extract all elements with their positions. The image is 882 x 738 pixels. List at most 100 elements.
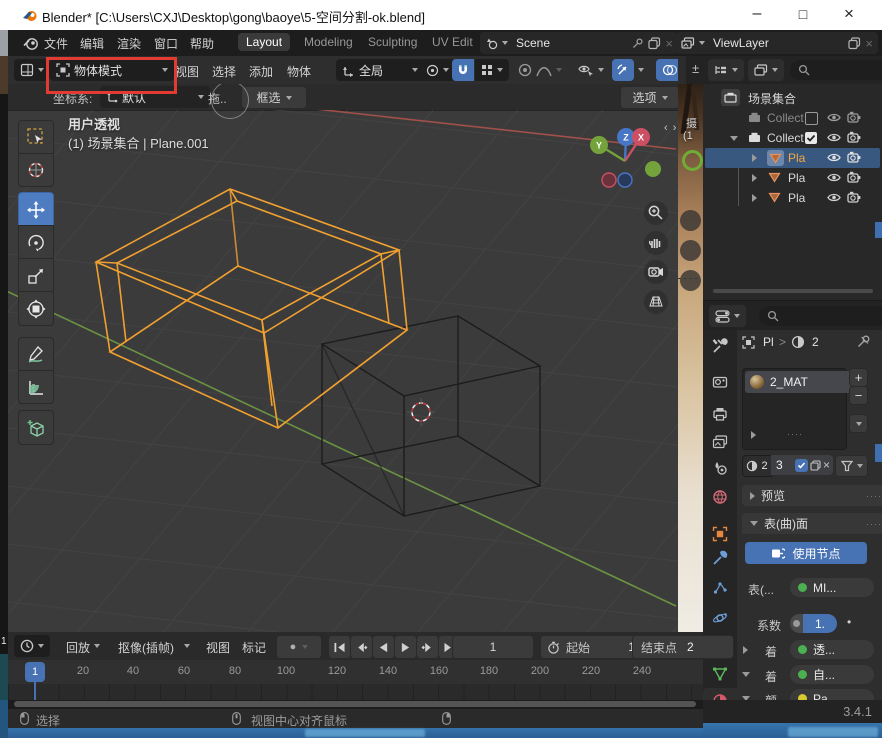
menu-file[interactable]: 文件 xyxy=(40,35,72,52)
material-slot-row[interactable]: 2_MAT xyxy=(745,371,852,393)
camera-view-button[interactable] xyxy=(644,260,668,284)
slot-specials-button[interactable] xyxy=(849,414,868,433)
panel-drag-dots[interactable]: ···· xyxy=(866,493,882,499)
remove-viewlayer-icon[interactable]: × xyxy=(865,36,873,51)
disable-render-camera-icon[interactable] xyxy=(847,191,861,203)
unlink-material-icon[interactable]: × xyxy=(823,458,830,472)
snap-with-dropdown[interactable] xyxy=(475,59,509,81)
hide-eye-icon[interactable] xyxy=(827,112,841,123)
object-visibility-dropdown[interactable] xyxy=(572,59,610,81)
expand-arrow-icon[interactable] xyxy=(752,174,757,182)
tab-view-layer[interactable] xyxy=(712,434,728,450)
plane-2-label[interactable]: Pla xyxy=(788,171,805,185)
breadcrumb-object[interactable]: Pl xyxy=(763,335,774,349)
scene-collection-label[interactable]: 场景集合 xyxy=(748,90,796,107)
breadcrumb-material[interactable]: 2 xyxy=(812,335,819,349)
pin-icon[interactable] xyxy=(632,37,644,49)
new-scene-icon[interactable] xyxy=(648,37,661,50)
timeline-menu-marker[interactable]: 标记 xyxy=(238,639,270,656)
timeline-menu-keying[interactable]: 抠像(插帧) xyxy=(114,639,178,656)
tab-tool[interactable] xyxy=(712,338,728,354)
tab-modifiers[interactable] xyxy=(712,550,728,566)
current-frame-indicator[interactable]: 1 xyxy=(25,662,45,682)
shader2-button[interactable]: 自... xyxy=(790,665,874,684)
close-button[interactable]: × xyxy=(834,0,864,30)
outliner-row-collection[interactable]: Collect xyxy=(703,128,882,148)
viewport-canvas[interactable]: Z X Y xyxy=(8,110,678,632)
factor-input-chip[interactable] xyxy=(790,614,803,633)
new-viewlayer-icon[interactable] xyxy=(848,37,861,50)
menu-help[interactable]: 帮助 xyxy=(186,35,218,52)
exclude-checkbox-unchecked[interactable] xyxy=(805,112,818,125)
hide-eye-icon[interactable] xyxy=(827,192,841,203)
properties-search-field[interactable] xyxy=(759,306,882,326)
zoom-button[interactable] xyxy=(644,201,668,225)
editor-type-button[interactable] xyxy=(14,59,50,81)
timeline-menu-view[interactable]: 视图 xyxy=(202,639,234,656)
transform-orientation-dropdown[interactable]: 全局 xyxy=(336,59,424,81)
tab-render[interactable] xyxy=(712,374,728,390)
workspace-tab-sculpting[interactable]: Sculpting xyxy=(360,33,425,51)
play-reverse-button[interactable] xyxy=(372,635,395,659)
outliner-filter-dropdown[interactable] xyxy=(748,59,784,81)
tool-add-cube[interactable] xyxy=(18,410,54,445)
workspace-tab-modeling[interactable]: Modeling xyxy=(296,33,361,51)
material-name-field[interactable]: 3 × xyxy=(771,455,833,475)
pivot-point-dropdown[interactable] xyxy=(420,59,455,81)
viewport-3d[interactable]: 坐标系: 默认 拖.. 框选 选项 xyxy=(8,84,678,632)
disable-render-camera-icon[interactable] xyxy=(847,111,861,123)
hide-eye-icon[interactable] xyxy=(827,152,841,163)
factor-keyframe-dot[interactable]: • xyxy=(847,615,851,629)
stopwatch-icon[interactable] xyxy=(547,641,560,654)
shader1-expand-icon[interactable] xyxy=(743,646,748,654)
menu-window[interactable]: 窗口 xyxy=(150,35,182,52)
outliner-search-field[interactable] xyxy=(790,60,882,80)
pin-id-icon[interactable] xyxy=(857,334,871,348)
snap-toggle-button[interactable] xyxy=(452,59,474,81)
options-dropdown[interactable]: 选项 xyxy=(620,86,678,109)
viewport-menu-select[interactable]: 选择 xyxy=(208,63,240,80)
proportional-circle-icon[interactable] xyxy=(518,63,532,77)
panel-preview-header[interactable]: 预览 ···· xyxy=(742,485,882,506)
add-slot-button[interactable]: + xyxy=(849,368,868,387)
tool-scale[interactable] xyxy=(18,258,54,293)
jump-to-start-button[interactable] xyxy=(328,635,351,659)
workspace-tab-layout[interactable]: Layout xyxy=(238,33,290,51)
fake-user-shield-icon[interactable] xyxy=(795,459,808,472)
perspective-toggle-button[interactable] xyxy=(644,290,668,314)
end-frame-field[interactable]: 结束点 2 xyxy=(632,635,734,659)
properties-editor-type-button[interactable] xyxy=(709,305,746,327)
viewport-menu-add[interactable]: 添加 xyxy=(245,63,277,80)
viewlayer-name[interactable]: ViewLayer xyxy=(709,36,844,50)
disable-render-camera-icon[interactable] xyxy=(847,171,861,183)
outliner-row-collection-hidden[interactable]: Collect xyxy=(703,108,882,128)
expand-arrow-icon[interactable] xyxy=(752,154,757,162)
auto-keying-group[interactable]: ● xyxy=(276,635,322,659)
timeline-scrollbar[interactable] xyxy=(8,700,703,708)
tab-object-data[interactable] xyxy=(712,666,728,682)
hide-eye-icon[interactable] xyxy=(827,132,841,143)
tool-select-box[interactable] xyxy=(18,120,54,154)
tool-annotate[interactable] xyxy=(18,337,54,371)
tab-output[interactable] xyxy=(712,406,728,422)
falloff-curve-icon[interactable] xyxy=(536,64,552,77)
menu-render[interactable]: 渲染 xyxy=(113,35,145,52)
workspace-tab-uvedit[interactable]: UV Edit xyxy=(424,33,481,51)
maximize-button[interactable]: □ xyxy=(788,0,818,30)
current-frame-field[interactable]: 1 xyxy=(452,635,534,659)
tab-particles[interactable] xyxy=(712,580,728,596)
record-icon[interactable]: ● xyxy=(290,641,297,653)
link-material-dropdown[interactable] xyxy=(835,455,868,477)
wireframe-box-unselected[interactable] xyxy=(322,316,540,516)
panel-surface-header[interactable]: 表(曲)面 ···· xyxy=(742,513,882,534)
viewlayer-selector[interactable]: ViewLayer × xyxy=(676,32,878,54)
next-keyframe-button[interactable] xyxy=(416,635,439,659)
collapse-arrow-icon[interactable] xyxy=(730,136,738,141)
tool-measure[interactable] xyxy=(18,370,54,404)
xray-toggle-icon[interactable]: ± xyxy=(692,61,699,76)
outliner-row-plane-active[interactable]: Pla xyxy=(705,148,880,168)
tool-move[interactable] xyxy=(18,192,54,227)
proportional-editing-group[interactable] xyxy=(512,59,568,81)
exclude-checkbox-checked[interactable] xyxy=(805,132,817,144)
outliner-scrollbar[interactable] xyxy=(713,289,873,293)
